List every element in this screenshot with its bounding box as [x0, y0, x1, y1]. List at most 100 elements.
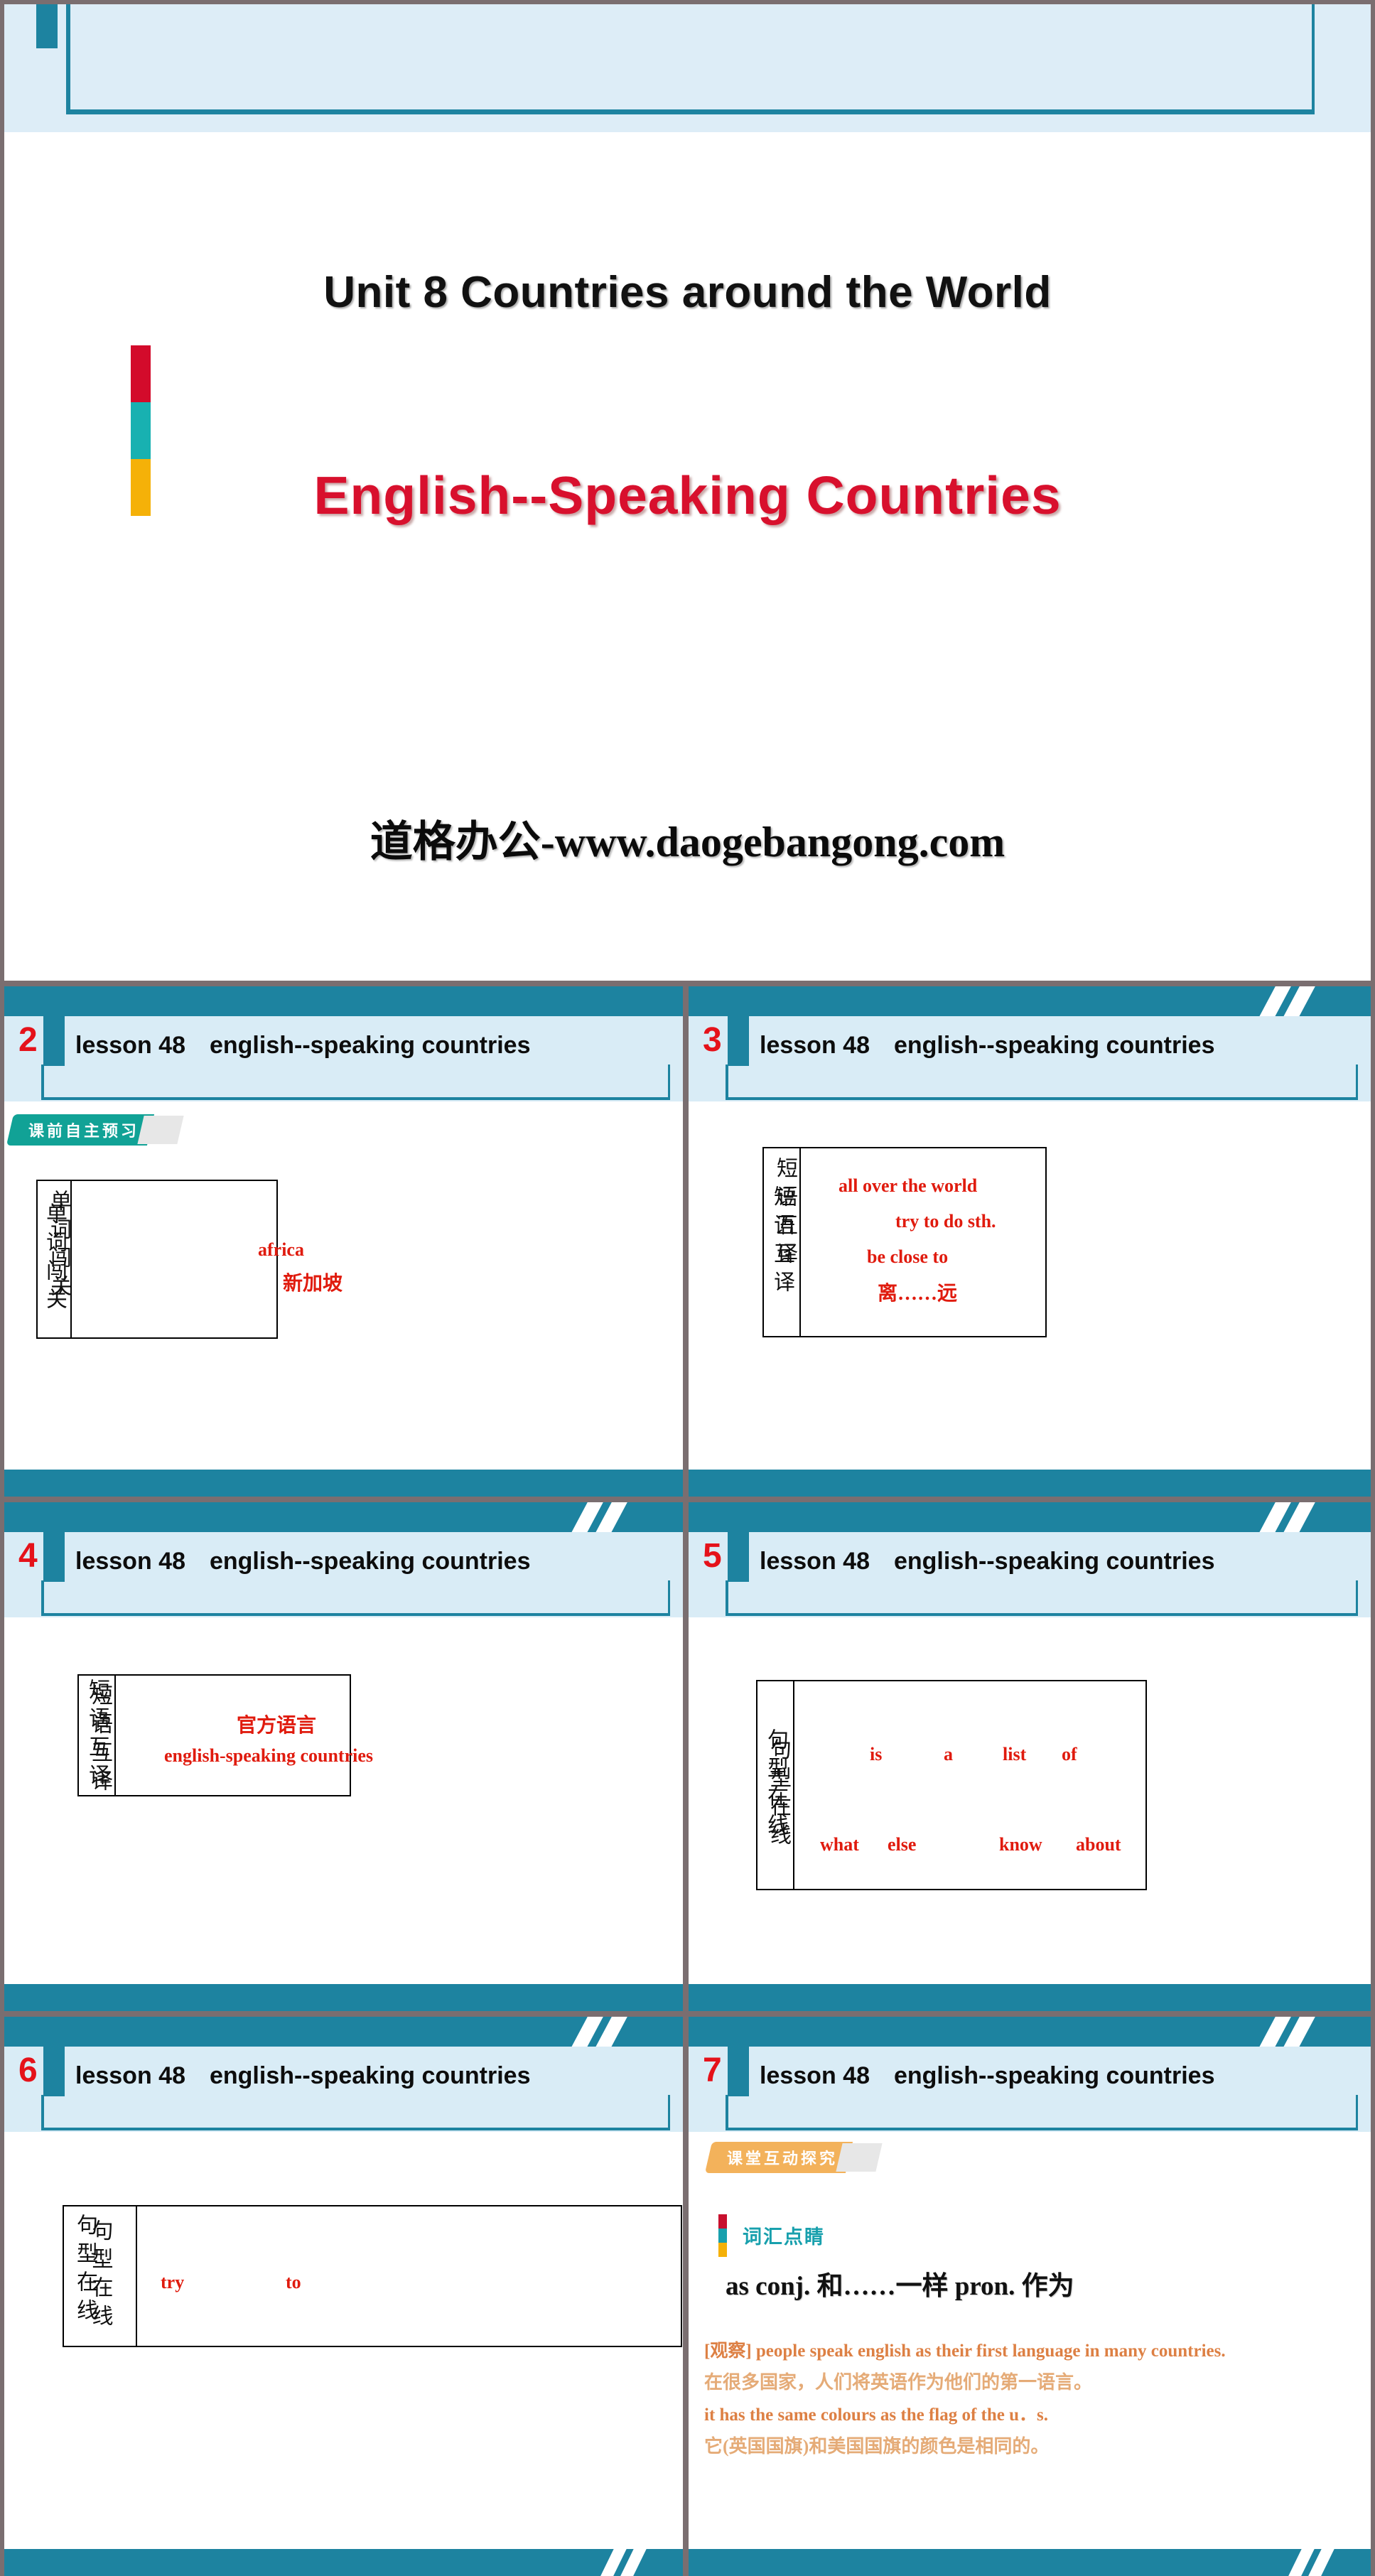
table-answer: 新加坡	[283, 1273, 343, 1295]
slide-number: 6	[18, 2052, 38, 2089]
slide-top-bar	[689, 2017, 1371, 2047]
slide-header: 7 lesson 48 english--speaking countries	[689, 2047, 1371, 2132]
title-header-frame	[66, 4, 1315, 114]
slide-number-block	[728, 1532, 749, 1582]
slide-7[interactable]: 7 lesson 48 english--speaking countries …	[689, 2017, 1371, 2576]
slide-deck-page: Unit 8 Countries around the World Englis…	[0, 0, 1375, 2576]
slide-bottom-bar	[4, 1984, 683, 2011]
slide-header-frame	[41, 2095, 670, 2130]
table-col2-label: 句型在线	[767, 1738, 790, 1852]
slide-bottom-bar	[689, 1984, 1371, 2011]
table-answer: africa	[258, 1239, 304, 1260]
slide-number: 2	[18, 1021, 38, 1059]
section-badge-preview: 课前自主预习	[6, 1114, 184, 1146]
table-col2-label: 单词闯关	[47, 1190, 70, 1303]
slide-number: 5	[703, 1537, 722, 1575]
title-slide: Unit 8 Countries around the World Englis…	[4, 4, 1371, 981]
table-answer: is	[870, 1744, 883, 1764]
slide-header: 2 lesson 48 english--speaking countries	[4, 1016, 683, 1101]
phrase-table: 短语互译 短语互译 官方语言 english-speaking countrie…	[77, 1674, 373, 1798]
badge-ribbon: 课前自主预习	[6, 1114, 155, 1146]
website-credit: 道格办公-www.daogebangong.com	[370, 819, 1005, 866]
unit-title: Unit 8 Countries around the World	[323, 268, 1052, 317]
section-badge-interactive: 课堂互动探究	[704, 2142, 883, 2173]
lesson-main-title: English--Speaking Countries	[313, 465, 1062, 525]
slide-header-frame	[41, 1065, 670, 1100]
slide-title: lesson 48 english--speaking countries	[75, 2062, 531, 2089]
word-table: 单词闯关 单词闯关 africa 新加坡	[36, 1180, 343, 1339]
marker-teal	[718, 2229, 727, 2243]
slide-2[interactable]: 2 lesson 48 english--speaking countries …	[4, 986, 683, 1497]
table-answer: to	[286, 2272, 301, 2292]
badge-label: 课前自主预习	[28, 1123, 140, 1141]
phrase-table: 短语互译 短语互译 all over the world try to do s…	[762, 1147, 1047, 1337]
sentence-table: 句型在线 句型在线 try to	[63, 2205, 682, 2347]
table-answer: be close to	[867, 1246, 949, 1267]
slide-bottom-bar	[4, 1470, 683, 1497]
badge-label: 课堂互动探究	[727, 2150, 839, 2168]
table-answer: english-speaking countries	[164, 1745, 373, 1766]
slide-top-bar	[689, 1502, 1371, 1532]
table-answer: of	[1062, 1744, 1077, 1764]
slide-3[interactable]: 3 lesson 48 english--speaking countries …	[689, 986, 1371, 1497]
slide-top-bar	[4, 2017, 683, 2047]
slide-4[interactable]: 4 lesson 48 english--speaking countries …	[4, 1502, 683, 2011]
table-answer: about	[1076, 1834, 1121, 1855]
slide-header: 3 lesson 48 english--speaking countries	[689, 1016, 1371, 1101]
slide-number-block	[728, 1016, 749, 1066]
slide-title: lesson 48 english--speaking countries	[760, 1548, 1215, 1575]
table-answer: else	[888, 1834, 917, 1855]
table-answer: what	[820, 1834, 859, 1855]
title-header-tab	[36, 4, 58, 48]
slide-bottom-bar	[4, 2549, 683, 2576]
table-col2-label: 句型在线	[73, 2214, 97, 2327]
vocab-example-cn-2: 它(英国国旗)和美国国旗的颜色是相同的。	[704, 2436, 1050, 2457]
vocab-example-cn-1: 在很多国家，人们将英语作为他们的第一语言。	[704, 2372, 1093, 2393]
slide-top-bar	[689, 986, 1371, 1016]
slide-top-bar	[4, 986, 683, 1016]
table-col2-label: 短语互译	[88, 1684, 112, 1798]
vocab-section-title: 词汇点睛	[743, 2226, 825, 2248]
vocab-entry: as conj. 和……一样 pron. 作为	[726, 2272, 1074, 2301]
slide-number: 3	[703, 1021, 722, 1059]
slide-header: 5 lesson 48 english--speaking countries	[689, 1532, 1371, 1617]
slide-number: 7	[703, 2052, 722, 2089]
vocab-example-en-1: [观察] people speak english as their first…	[704, 2341, 1226, 2361]
slide-number-block	[43, 1532, 65, 1582]
badge-tail	[137, 1116, 184, 1144]
slide-header: 4 lesson 48 english--speaking countries	[4, 1532, 683, 1617]
table-col2-label: 短语互译	[773, 1157, 797, 1271]
badge-tail	[836, 2143, 883, 2172]
slide-bottom-bar	[689, 1470, 1371, 1497]
slide-title: lesson 48 english--speaking countries	[75, 1032, 531, 1059]
slide-6[interactable]: 6 lesson 48 english--speaking countries …	[4, 2017, 683, 2576]
table-answer: try	[161, 2272, 185, 2292]
slide-title: lesson 48 english--speaking countries	[760, 2062, 1215, 2089]
table-answer: a	[944, 1744, 953, 1764]
table-answer: list	[1003, 1744, 1027, 1764]
slide-header-frame	[726, 1065, 1358, 1100]
table-answer: all over the world	[839, 1175, 978, 1196]
vocab-marker-icon	[718, 2214, 727, 2257]
slide-header-frame	[726, 2095, 1358, 2130]
marker-gold	[718, 2243, 727, 2257]
sentence-table: 句型在线 句型在线 is a list of what else know ab…	[756, 1680, 1147, 1890]
table-answer: know	[999, 1834, 1042, 1855]
slide-title: lesson 48 english--speaking countries	[75, 1548, 531, 1575]
marker-red	[718, 2214, 727, 2229]
slide-number-block	[43, 2047, 65, 2096]
slide-5[interactable]: 5 lesson 48 english--speaking countries …	[689, 1502, 1371, 2011]
table-answer: 官方语言	[237, 1715, 317, 1737]
accent-bar-teal	[131, 402, 151, 459]
slide-header-frame	[41, 1580, 670, 1616]
slide-header: 6 lesson 48 english--speaking countries	[4, 2047, 683, 2132]
slide-bottom-bar	[689, 2549, 1371, 2576]
title-header-band	[4, 4, 1371, 132]
slide-title: lesson 48 english--speaking countries	[760, 1032, 1215, 1059]
slide-number: 4	[18, 1537, 38, 1575]
slide-top-bar	[4, 1502, 683, 1532]
table-answer: 离……远	[878, 1283, 958, 1305]
slide-number-block	[43, 1016, 65, 1066]
vocab-example-en-2: it has the same colours as the flag of t…	[704, 2405, 1049, 2425]
accent-bar-red	[131, 345, 151, 402]
